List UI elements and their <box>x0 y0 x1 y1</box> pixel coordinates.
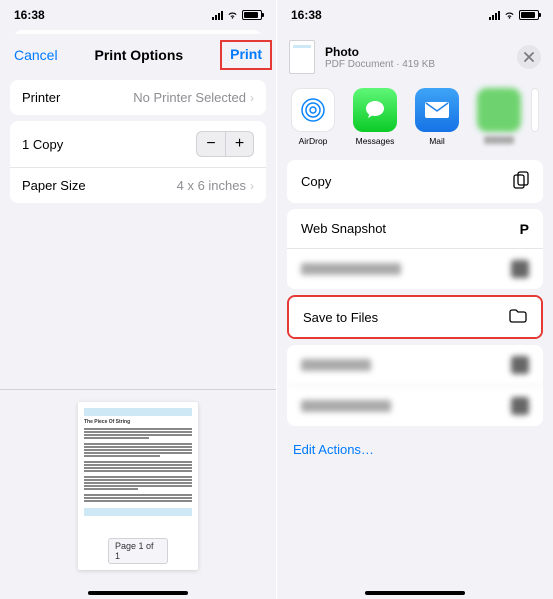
action-list-1: Copy <box>287 160 543 203</box>
sheet-title: Print Options <box>95 47 184 63</box>
stepper-minus-button[interactable]: − <box>197 132 225 156</box>
home-indicator[interactable] <box>88 591 188 595</box>
printer-value: No Printer Selected › <box>133 90 254 105</box>
share-sheet: Photo PDF Document · 419 KB AirDrop Mess… <box>277 32 553 599</box>
status-time: 16:38 <box>291 8 322 22</box>
stepper-plus-button[interactable]: + <box>225 132 253 156</box>
page-badge: Page 1 of 1 <box>108 538 168 564</box>
printer-section: Printer No Printer Selected › <box>10 80 266 115</box>
blurred-target[interactable] <box>477 88 521 146</box>
signal-icon <box>489 11 500 20</box>
mail-icon <box>415 88 459 132</box>
left-phone-print-options: 16:38 Cancel Print Options Print Printer… <box>0 0 276 599</box>
messages-label: Messages <box>356 136 395 146</box>
paper-size-value: 4 x 6 inches › <box>177 178 254 193</box>
battery-icon <box>242 10 262 20</box>
home-indicator[interactable] <box>365 591 465 595</box>
doc-title: The Piece Of String <box>84 419 192 425</box>
chevron-right-icon: › <box>250 91 254 105</box>
cancel-button[interactable]: Cancel <box>14 47 58 63</box>
copy-label: Copy <box>301 174 331 189</box>
save-to-files-action[interactable]: Save to Files <box>289 297 541 337</box>
mail-target[interactable]: Mail <box>415 88 459 146</box>
print-button-highlight: Print <box>220 40 272 70</box>
web-snapshot-action[interactable]: Web Snapshot P <box>287 209 543 249</box>
copy-icon <box>513 171 529 192</box>
web-snapshot-label: Web Snapshot <box>301 221 386 236</box>
folder-icon <box>509 309 527 326</box>
blurred-action-1[interactable] <box>287 249 543 289</box>
printer-label: Printer <box>22 90 60 105</box>
save-to-files-label: Save to Files <box>303 310 378 325</box>
mail-label: Mail <box>429 136 445 146</box>
status-time: 16:38 <box>14 8 45 22</box>
status-icons <box>489 10 539 20</box>
document-preview[interactable]: The Piece Of String Page 1 of 1 <box>78 402 198 570</box>
blurred-app-icon <box>477 88 521 132</box>
action-list-2: Web Snapshot P <box>287 209 543 289</box>
airdrop-target[interactable]: AirDrop <box>291 88 335 146</box>
copies-row: 1 Copy − + <box>10 121 266 168</box>
file-thumbnail-icon <box>289 40 315 74</box>
printer-row[interactable]: Printer No Printer Selected › <box>10 80 266 115</box>
close-icon <box>524 52 534 62</box>
file-name: Photo <box>325 45 507 59</box>
sheet-header: Cancel Print Options Print <box>0 34 276 74</box>
right-phone-share-sheet: 16:38 Photo PDF Document · 419 KB <box>277 0 553 599</box>
blurred-action-2[interactable] <box>287 345 543 386</box>
blurred-action-3[interactable] <box>287 386 543 426</box>
close-button[interactable] <box>517 45 541 69</box>
statusbar: 16:38 <box>0 0 276 30</box>
file-meta: PDF Document · 419 KB <box>325 59 507 70</box>
paper-size-row[interactable]: Paper Size 4 x 6 inches › <box>10 168 266 203</box>
wifi-icon <box>226 10 239 20</box>
save-to-files-highlight: Save to Files <box>287 295 543 339</box>
airdrop-label: AirDrop <box>299 136 328 146</box>
copies-label: 1 Copy <box>22 137 63 152</box>
options-section: 1 Copy − + Paper Size 4 x 6 inches › <box>10 121 266 203</box>
partial-target-icon[interactable] <box>531 88 539 132</box>
status-icons <box>212 10 262 20</box>
print-button[interactable]: Print <box>230 46 262 62</box>
statusbar: 16:38 <box>277 0 553 30</box>
airdrop-icon <box>291 88 335 132</box>
copies-stepper: − + <box>196 131 254 157</box>
action-list-3 <box>287 345 543 426</box>
share-header: Photo PDF Document · 419 KB <box>277 32 553 78</box>
chevron-right-icon: › <box>250 179 254 193</box>
blurred-label <box>484 136 514 144</box>
messages-icon <box>353 88 397 132</box>
messages-target[interactable]: Messages <box>353 88 397 146</box>
signal-icon <box>212 11 223 20</box>
print-sheet: Cancel Print Options Print Printer No Pr… <box>0 34 276 599</box>
paper-size-label: Paper Size <box>22 178 86 193</box>
preview-area: The Piece Of String Page 1 of 1 <box>0 389 276 599</box>
web-snapshot-icon: P <box>520 221 529 237</box>
battery-icon <box>519 10 539 20</box>
copy-action[interactable]: Copy <box>287 160 543 203</box>
wifi-icon <box>503 10 516 20</box>
share-targets[interactable]: AirDrop Messages Mail <box>277 78 553 154</box>
edit-actions-button[interactable]: Edit Actions… <box>277 432 553 467</box>
file-info: Photo PDF Document · 419 KB <box>325 45 507 70</box>
